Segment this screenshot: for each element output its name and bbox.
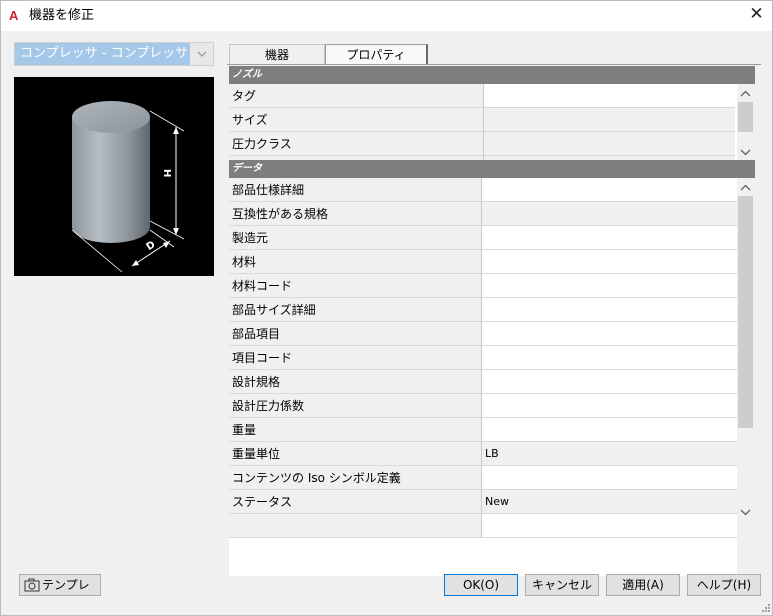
section-header-data: データ [229,160,755,178]
scroll-up-icon[interactable] [737,180,754,196]
property-label: 重量単位 [229,442,481,466]
property-label: コンテンツの Iso シンボル定義 [229,466,481,490]
table-row[interactable]: コンテンツの Iso シンボル定義 [229,466,737,490]
camera-icon [24,578,40,592]
dialog-body: コンプレッサ - コンプレッサ H D 機器 プロパティ ノズル タグ サイズ … [1,31,772,615]
table-row[interactable]: 重量単位 LB [229,442,737,466]
property-label: ステータス [229,490,481,514]
height-dimension-label: H [161,169,172,177]
property-label [229,514,481,538]
property-label-size: サイズ [229,108,483,132]
tab-properties[interactable]: プロパティ [325,44,428,66]
template-button-label: テンプレ [42,578,90,592]
property-label: 項目コード [229,346,481,370]
modify-equipment-dialog: A 機器を修正 ✕ コンプレッサ - コンプレッサ H D 機器 プロパティ ノ… [0,0,773,616]
property-label: 重量 [229,418,481,442]
template-button[interactable]: テンプレ [19,574,101,596]
property-label-tag: タグ [229,84,483,108]
table-row[interactable]: 重量 [229,418,737,442]
property-value[interactable] [481,226,737,250]
cylinder-illustration: H D [71,101,185,273]
table-row[interactable]: 設計規格 [229,370,737,394]
property-value-pressure-class[interactable] [483,132,735,156]
equipment-preview-image: H D [14,77,214,276]
table-row[interactable]: 製造元 [229,226,737,250]
properties-panel: ノズル タグ サイズ 圧力クラス 説明 [227,64,761,578]
table-row[interactable]: 設計圧力係数 [229,394,737,418]
close-icon[interactable]: ✕ [741,1,772,29]
property-value[interactable] [481,202,737,226]
property-label: 製造元 [229,226,481,250]
property-label: 設計規格 [229,370,481,394]
property-label: 互換性がある規格 [229,202,481,226]
property-value-tag[interactable] [483,84,735,108]
property-value[interactable] [481,178,737,202]
property-value[interactable] [481,370,737,394]
property-value[interactable] [481,466,737,490]
data-property-rows: 部品仕様詳細 互換性がある規格 製造元 材料 材料コード 部品サイズ詳細 部品項… [229,178,737,576]
table-row[interactable]: 部品項目 [229,322,737,346]
property-label-pressure-class: 圧力クラス [229,132,483,156]
property-value[interactable] [481,514,737,538]
property-value[interactable] [481,274,737,298]
table-row[interactable]: ステータス New [229,490,737,514]
apply-button[interactable]: 適用(A) [606,574,680,596]
scroll-thumb[interactable] [738,102,753,132]
resize-grip-icon[interactable] [761,603,771,613]
property-value[interactable] [481,298,737,322]
property-label: 部品サイズ詳細 [229,298,481,322]
table-row[interactable]: 部品サイズ詳細 [229,298,737,322]
property-label: 部品項目 [229,322,481,346]
section-header-nozzle: ノズル [229,66,755,84]
tab-strip: 機器 プロパティ [229,44,759,66]
scroll-down-icon[interactable] [737,504,754,520]
property-value[interactable]: New [481,490,737,514]
table-row[interactable]: 部品仕様詳細 [229,178,737,202]
table-row[interactable]: 材料コード [229,274,737,298]
property-grid: ノズル タグ サイズ 圧力クラス 説明 [229,66,755,576]
scroll-down-icon[interactable] [737,144,754,160]
property-value[interactable] [481,418,737,442]
table-row[interactable]: サイズ [229,108,735,132]
scroll-thumb[interactable] [738,196,753,428]
property-value[interactable] [481,394,737,418]
scroll-up-icon[interactable] [737,86,754,102]
tab-equipment[interactable]: 機器 [229,44,325,65]
property-value-size[interactable] [483,108,735,132]
equipment-type-dropdown[interactable]: コンプレッサ - コンプレッサ [14,42,214,66]
table-row[interactable]: タグ [229,84,735,108]
property-label: 部品仕様詳細 [229,178,481,202]
help-button[interactable]: ヘルプ(H) [687,574,761,596]
cancel-button[interactable]: キャンセル [525,574,599,596]
window-title: 機器を修正 [29,8,95,23]
equipment-type-selected: コンプレッサ - コンプレッサ [15,43,190,65]
property-label: 設計圧力係数 [229,394,481,418]
property-label: 材料 [229,250,481,274]
ok-button[interactable]: OK(O) [444,574,518,596]
property-value[interactable] [481,250,737,274]
property-value[interactable] [481,322,737,346]
nozzle-property-rows: タグ サイズ 圧力クラス 説明 [229,84,735,160]
table-row[interactable]: 項目コード [229,346,737,370]
data-scrollbar[interactable] [737,178,755,576]
property-label: 材料コード [229,274,481,298]
title-bar: A 機器を修正 ✕ [1,1,772,31]
table-row[interactable] [229,514,737,538]
table-row[interactable]: 互換性がある規格 [229,202,737,226]
property-value[interactable]: LB [481,442,737,466]
autocad-app-icon: A [9,8,19,23]
table-row[interactable]: 材料 [229,250,737,274]
property-value[interactable] [481,346,737,370]
chevron-down-icon[interactable] [195,47,209,61]
nozzle-scrollbar[interactable] [737,84,755,160]
table-row[interactable]: 圧力クラス [229,132,735,156]
